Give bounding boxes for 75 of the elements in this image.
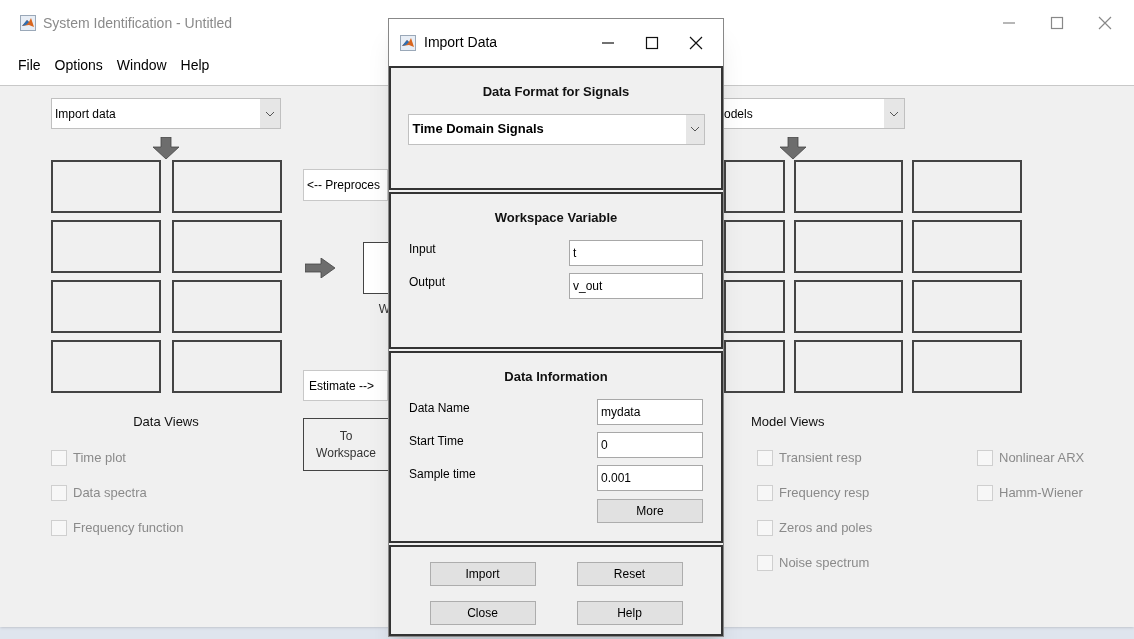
dropdown[interactable]: odels [724, 98, 905, 129]
board-slot[interactable] [794, 160, 903, 213]
down-arrow-icon [153, 137, 179, 159]
close-icon[interactable] [689, 35, 703, 50]
board-slot[interactable] [794, 340, 903, 393]
dialog-button[interactable]: More [597, 498, 703, 523]
board-slot[interactable] [171, 160, 282, 213]
chevron-down-icon [889, 110, 899, 117]
checkbox-label: Nonlinear ARX [999, 448, 1085, 467]
field-label: Data Name [409, 399, 470, 417]
working-data-slot[interactable] [363, 242, 388, 294]
dialog-button[interactable]: Reset [576, 562, 683, 586]
checkbox-label: Zeros and poles [779, 518, 873, 537]
estimate-button[interactable]: Estimate --> [303, 370, 388, 401]
menu-item[interactable]: Help [180, 55, 210, 76]
menu-item[interactable]: Window [116, 55, 167, 76]
chevron-down-icon [689, 126, 700, 132]
checkbox-label: Transient resp [779, 448, 862, 467]
board-slot[interactable] [794, 220, 903, 273]
board-slot[interactable] [171, 280, 282, 333]
dropdown[interactable]: Time Domain Signals [407, 113, 705, 145]
board-slot[interactable] [912, 340, 1022, 393]
section-title: Model Views [751, 413, 826, 431]
board-slot[interactable] [724, 340, 785, 393]
board-slot[interactable] [724, 280, 785, 333]
chevron-down-icon [265, 110, 275, 117]
board-slot[interactable] [171, 220, 282, 273]
board-slot[interactable] [724, 220, 785, 273]
field-label: Input [409, 240, 436, 258]
board-slot[interactable] [912, 220, 1022, 273]
dropdown[interactable]: Import data [51, 98, 281, 129]
app-logo-icon [20, 15, 36, 31]
dialog-button[interactable]: Import [429, 562, 536, 586]
maximize-icon[interactable] [645, 35, 659, 50]
panel-title: Data Information [504, 368, 608, 386]
text-field[interactable]: v_out [569, 272, 703, 299]
board-slot[interactable] [51, 280, 161, 333]
checkbox-label: Data spectra [73, 483, 147, 502]
dropdown-value: Time Domain Signals [412, 120, 545, 139]
menu-item[interactable]: File [18, 55, 41, 76]
panel-title: Workspace Variable [494, 209, 618, 227]
text-field[interactable]: 0.001 [597, 464, 703, 491]
down-arrow-icon [780, 137, 806, 159]
checkbox-label: Hamm-Wiener [999, 483, 1083, 502]
dialog-button[interactable]: Close [429, 601, 536, 625]
board-slot[interactable] [51, 160, 161, 213]
board-slot[interactable] [51, 220, 161, 273]
window-title: System Identification - Untitled [43, 13, 233, 33]
checkbox-label: Noise spectrum [779, 553, 870, 572]
right-arrow-icon [305, 258, 335, 278]
board-slot[interactable] [912, 280, 1022, 333]
board-slot[interactable] [794, 280, 903, 333]
checkbox-label: Frequency resp [779, 483, 870, 502]
checkbox-label: Frequency function [73, 518, 184, 537]
app-logo-icon [400, 34, 416, 51]
board-slot[interactable] [51, 340, 161, 393]
dropdown-value: Import data [55, 105, 117, 123]
board-slot[interactable] [724, 160, 785, 213]
checkbox-label: Time plot [73, 448, 126, 467]
text-field[interactable]: mydata [597, 398, 703, 425]
panel-title: Data Format for Signals [482, 83, 630, 101]
board-slot[interactable] [171, 340, 282, 393]
menu-item[interactable]: Options [54, 55, 103, 76]
field-label: Start Time [409, 432, 464, 450]
preprocess-button[interactable]: <-- Preproces [303, 169, 388, 201]
board-slot[interactable] [912, 160, 1022, 213]
to-workspace-button[interactable]: To Workspace [303, 418, 388, 471]
field-label: Output [409, 273, 446, 291]
field-label: Sample time [409, 465, 476, 483]
dialog-title: Import Data [424, 33, 498, 52]
text-field[interactable]: t [569, 239, 703, 266]
dropdown-value: odels [724, 105, 754, 123]
dialog-button[interactable]: Help [576, 601, 683, 625]
text-field[interactable]: 0 [597, 431, 703, 458]
section-title: Data Views [133, 413, 199, 431]
